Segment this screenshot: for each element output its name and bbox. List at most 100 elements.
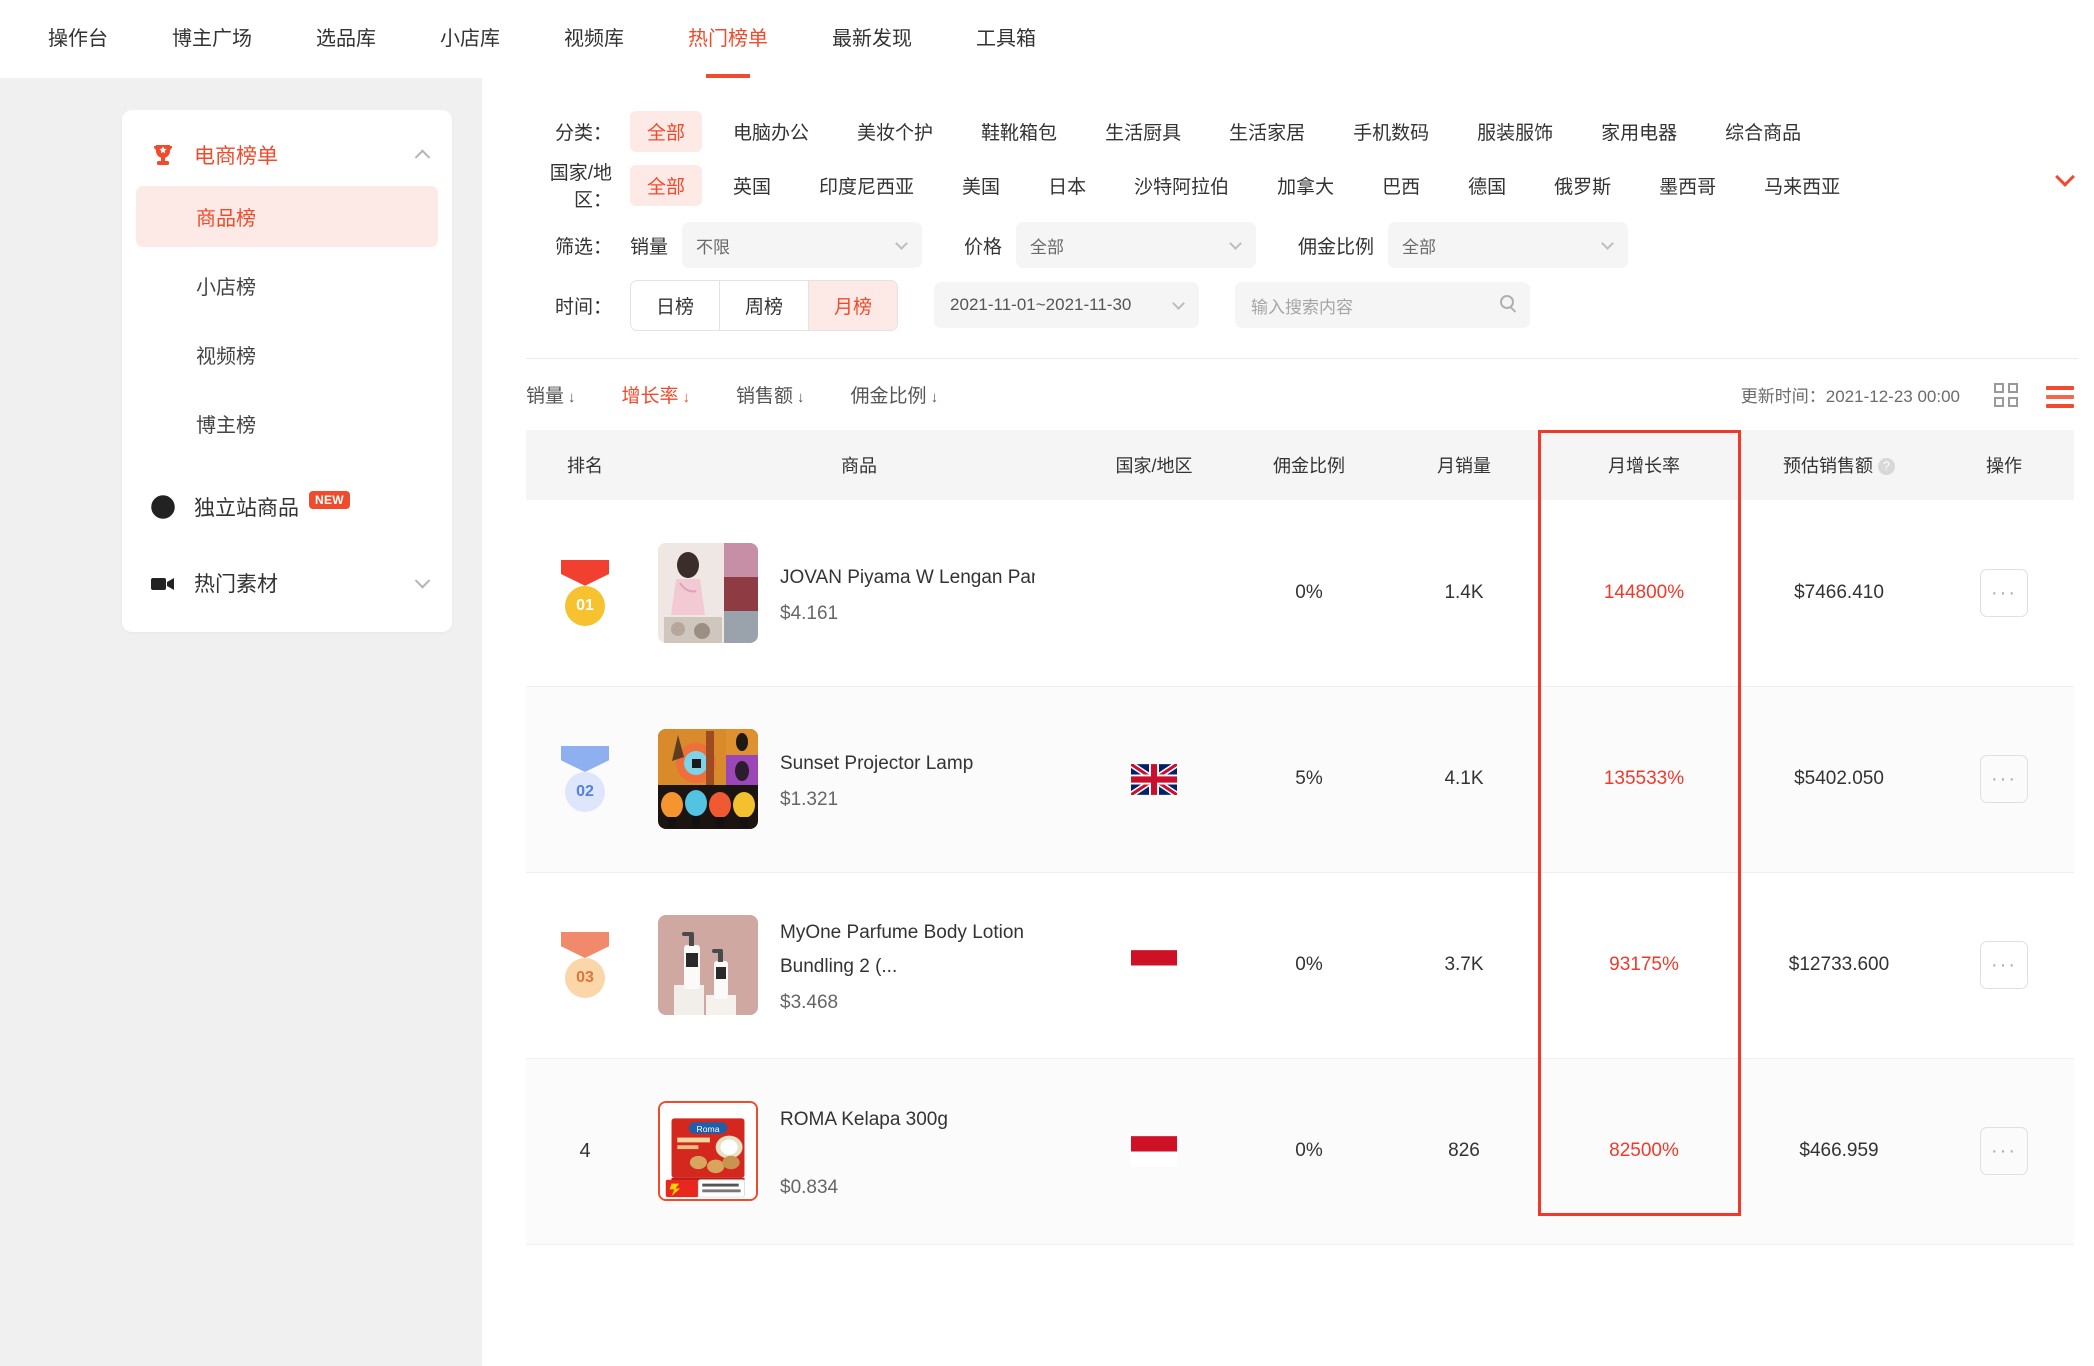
table-header-row: 排名 商品 国家/地区 佣金比例 月销量 月增长率 预估销售额? 操作 bbox=[526, 430, 2074, 500]
product-thumbnail[interactable]: Roma bbox=[658, 1101, 758, 1201]
nav-item-product-library[interactable]: 选品库 bbox=[284, 0, 408, 78]
time-segment-daily[interactable]: 日榜 bbox=[631, 280, 721, 330]
cell-rank: 01 bbox=[526, 500, 644, 687]
medal-bronze-icon: 03 bbox=[557, 932, 613, 998]
cell-monthly-sales: 1.4K bbox=[1384, 500, 1544, 687]
grid-view-icon[interactable] bbox=[1994, 382, 2018, 407]
chevron-down-icon bbox=[1229, 237, 1242, 250]
table-row[interactable]: 02 Sunset Projector Lamp $1.321 5% 4.1K … bbox=[526, 686, 2074, 873]
help-icon[interactable]: ? bbox=[1878, 458, 1895, 475]
product-thumbnail[interactable] bbox=[658, 915, 758, 1015]
sidebar-group-ecommerce-rankings[interactable]: 电商榜单 bbox=[122, 132, 452, 178]
sort-arrow-down-icon: ↓ bbox=[797, 389, 805, 406]
sidebar-item-shop-ranking[interactable]: 小店榜 bbox=[136, 255, 438, 316]
cell-operations: ··· bbox=[1934, 686, 2074, 873]
row-more-actions-button[interactable]: ··· bbox=[1980, 1127, 2028, 1175]
header-est-label: 预估销售额 bbox=[1783, 456, 1873, 476]
sidebar-item-product-ranking[interactable]: 商品榜 bbox=[136, 186, 438, 247]
time-segment-weekly[interactable]: 周榜 bbox=[720, 280, 810, 330]
cell-monthly-growth: 144800% bbox=[1544, 500, 1744, 687]
sidebar-item-independent-site-products[interactable]: 独立站商品 NEW bbox=[122, 484, 452, 530]
category-chip-apparel[interactable]: 服装服饰 bbox=[1460, 111, 1570, 152]
sort-by-sales-volume[interactable]: 销量 ↓ bbox=[526, 381, 576, 408]
list-view-icon[interactable] bbox=[2046, 383, 2074, 408]
category-chip-all[interactable]: 全部 bbox=[630, 110, 703, 152]
page-body: 电商榜单 商品榜 小店榜 视频榜 博主榜 独立站商品 NEW 热门素材 分类： … bbox=[0, 78, 2094, 1366]
commission-select[interactable]: 全部 bbox=[1388, 222, 1629, 268]
chevron-down-icon bbox=[1172, 297, 1185, 310]
sort-by-commission-rate[interactable]: 佣金比例 ↓ bbox=[851, 381, 939, 408]
cell-operations: ··· bbox=[1934, 500, 2074, 687]
country-chip-all[interactable]: 全部 bbox=[630, 164, 703, 206]
product-thumbnail[interactable] bbox=[658, 542, 758, 643]
sidebar-group-hot-material[interactable]: 热门素材 bbox=[122, 560, 452, 606]
category-chip-mobile-digital[interactable]: 手机数码 bbox=[1336, 111, 1446, 152]
country-chip-indonesia[interactable]: 印度尼西亚 bbox=[802, 165, 931, 206]
table-row[interactable]: 03 MyOne Parfume Body Lotion Bundling 2 … bbox=[526, 872, 2074, 1059]
product-cell[interactable]: Roma ROMA Kelapa 300g $0.834 bbox=[644, 1101, 1074, 1201]
country-chip-canada[interactable]: 加拿大 bbox=[1260, 165, 1351, 206]
cell-monthly-sales: 3.7K bbox=[1384, 872, 1544, 1059]
country-chip-germany[interactable]: 德国 bbox=[1451, 165, 1523, 206]
chevron-up-icon[interactable] bbox=[414, 149, 431, 165]
trophy-icon bbox=[150, 143, 180, 167]
product-thumbnail[interactable] bbox=[658, 729, 758, 829]
table-row[interactable]: 01 JOVAN Piyama W Lengan Pa $4.161 0% 1.… bbox=[526, 500, 2074, 687]
category-chip-kitchenware[interactable]: 生活厨具 bbox=[1088, 111, 1198, 152]
sidebar-item-blogger-ranking[interactable]: 博主榜 bbox=[136, 393, 438, 454]
nav-item-shop-library[interactable]: 小店库 bbox=[408, 0, 532, 78]
category-chip-home-living[interactable]: 生活家居 bbox=[1212, 111, 1322, 152]
nav-item-blogger-square[interactable]: 博主广场 bbox=[140, 0, 284, 78]
nav-item-latest-discovery[interactable]: 最新发现 bbox=[800, 0, 944, 78]
filter-label-time: 时间： bbox=[554, 296, 612, 318]
sidebar-item-video-ranking[interactable]: 视频榜 bbox=[136, 324, 438, 385]
sidebar-group-label: 热门素材 bbox=[194, 573, 278, 596]
sort-label: 增长率 bbox=[621, 386, 679, 407]
search-icon[interactable] bbox=[1500, 295, 1515, 309]
country-chip-saudi-arabia[interactable]: 沙特阿拉伯 bbox=[1117, 165, 1246, 206]
country-chip-mexico[interactable]: 墨西哥 bbox=[1642, 165, 1733, 206]
cell-est-sales: $12733.600 bbox=[1744, 872, 1934, 1059]
sort-arrow-down-icon: ↓ bbox=[682, 389, 691, 406]
header-monthly-sales: 月销量 bbox=[1384, 430, 1544, 500]
country-chip-usa[interactable]: 美国 bbox=[945, 165, 1017, 206]
nav-item-operations[interactable]: 操作台 bbox=[16, 0, 140, 78]
nav-item-video-library[interactable]: 视频库 bbox=[532, 0, 656, 78]
category-chip-beauty-care[interactable]: 美妆个护 bbox=[840, 111, 950, 152]
product-info: JOVAN Piyama W Lengan Panjang $4.161 bbox=[780, 561, 1035, 625]
filter-section: 分类： 全部 电脑办公 美妆个护 鞋靴箱包 生活厨具 生活家居 手机数码 服装服… bbox=[482, 78, 2094, 332]
nav-item-toolbox[interactable]: 工具箱 bbox=[944, 0, 1068, 78]
product-cell[interactable]: JOVAN Piyama W Lengan Panjang $4.161 bbox=[644, 542, 1074, 643]
date-range-picker[interactable]: 2021-11-01~2021-11-30 bbox=[934, 282, 1200, 328]
header-commission: 佣金比例 bbox=[1234, 430, 1384, 500]
sort-by-growth-rate[interactable]: 增长率 ↓ bbox=[622, 381, 691, 408]
sort-by-sales-amount[interactable]: 销售额 ↓ bbox=[736, 381, 805, 408]
cell-commission: 0% bbox=[1234, 1058, 1384, 1245]
filter-label-category: 分类： bbox=[554, 122, 612, 144]
category-chip-computer-office[interactable]: 电脑办公 bbox=[716, 111, 826, 152]
medal-gold-icon: 01 bbox=[557, 559, 613, 626]
table-body: 01 JOVAN Piyama W Lengan Pa $4.161 0% 1.… bbox=[526, 500, 2074, 1245]
product-cell[interactable]: MyOne Parfume Body Lotion Bundling 2 (..… bbox=[644, 915, 1074, 1015]
category-chip-general-goods[interactable]: 综合商品 bbox=[1708, 111, 1818, 152]
nav-item-hot-rankings[interactable]: 热门榜单 bbox=[656, 0, 800, 78]
category-chip-home-appliance[interactable]: 家用电器 bbox=[1584, 111, 1694, 152]
chevron-down-icon[interactable] bbox=[414, 573, 431, 589]
country-chip-malaysia[interactable]: 马来西亚 bbox=[1747, 165, 1857, 206]
table-row[interactable]: 4 Roma ROMA Kelapa 300g $0.834 0% 826 82… bbox=[526, 1058, 2074, 1245]
time-segment-monthly[interactable]: 月榜 bbox=[809, 280, 898, 330]
country-chip-japan[interactable]: 日本 bbox=[1031, 165, 1103, 206]
row-more-actions-button[interactable]: ··· bbox=[1980, 755, 2028, 803]
medal-rank-number: 02 bbox=[565, 772, 605, 812]
row-more-actions-button[interactable]: ··· bbox=[1980, 568, 2028, 617]
price-select[interactable]: 全部 bbox=[1016, 222, 1257, 268]
row-more-actions-button[interactable]: ··· bbox=[1980, 941, 2028, 989]
category-chip-shoes-bags[interactable]: 鞋靴箱包 bbox=[964, 111, 1074, 152]
search-box[interactable]: 输入搜索内容 bbox=[1235, 282, 1531, 328]
circle-icon bbox=[150, 494, 180, 520]
sales-select[interactable]: 不限 bbox=[682, 222, 923, 268]
country-chip-brazil[interactable]: 巴西 bbox=[1365, 165, 1437, 206]
country-chip-uk[interactable]: 英国 bbox=[716, 165, 788, 206]
product-cell[interactable]: Sunset Projector Lamp $1.321 bbox=[644, 729, 1074, 829]
country-chip-russia[interactable]: 俄罗斯 bbox=[1537, 165, 1628, 206]
